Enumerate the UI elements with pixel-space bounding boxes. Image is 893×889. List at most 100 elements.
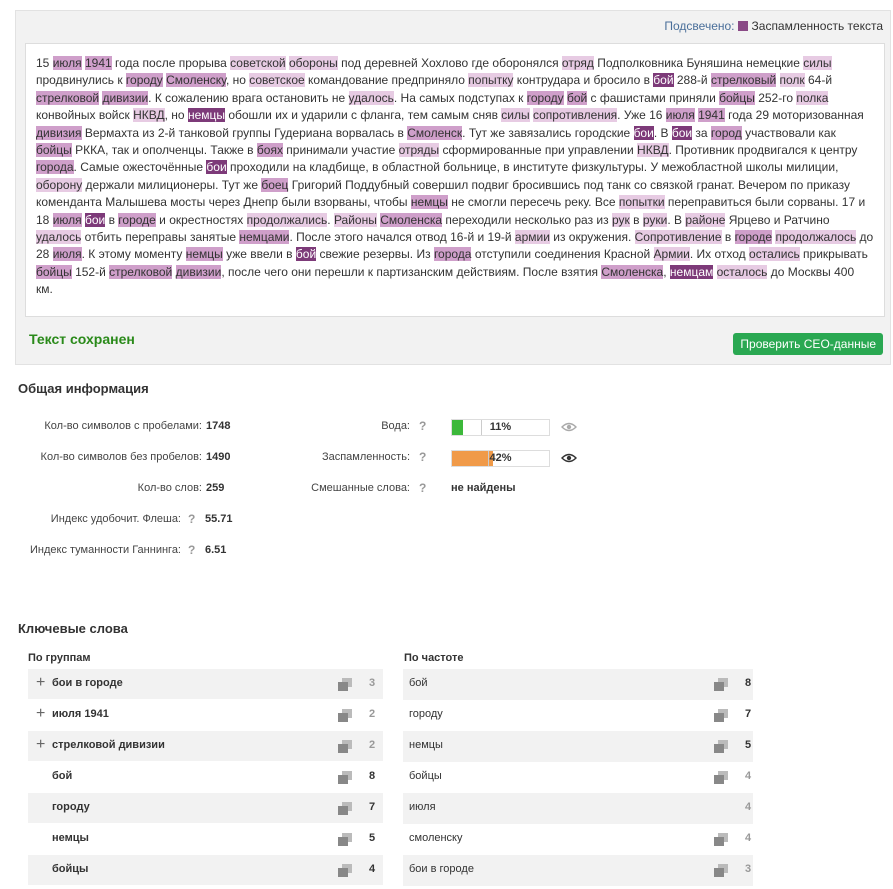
keyword-group-row[interactable]: немцы 5: [28, 824, 383, 855]
text-fragment: года 29 моторизованная: [724, 108, 864, 123]
water-percent: 11%: [489, 421, 512, 433]
highlighted-word: 1941: [84, 56, 112, 70]
keyword-frequency-count: 8: [745, 677, 752, 689]
keyword-group-row[interactable]: бой 8: [28, 762, 383, 793]
highlighted-word: июля: [52, 56, 82, 70]
copy-icon[interactable]: [338, 771, 352, 784]
copy-icon[interactable]: [714, 678, 728, 691]
keyword-group-row[interactable]: + бои в городе 3: [28, 669, 383, 700]
keyword-frequency-row[interactable]: бои в городе 3: [403, 855, 753, 886]
highlighted-word: бои: [633, 125, 654, 140]
text-fragment: 252-го: [754, 90, 797, 105]
highlighted-word: июля: [52, 247, 82, 262]
text-fragment: с фашистами приняли: [587, 90, 720, 105]
keyword-group-row[interactable]: + стрелковой дивизии 2: [28, 731, 383, 762]
copy-icon[interactable]: [714, 709, 728, 722]
analyzed-text[interactable]: 15 июля 1941 года после прорыва советско…: [25, 43, 885, 317]
highlighted-word: немцы: [187, 108, 225, 123]
highlighted-word: отряды: [398, 143, 440, 158]
keyword-group-row[interactable]: + июля 1941 2: [28, 700, 383, 731]
highlighted-word: обороны: [288, 56, 338, 70]
keyword-group-row[interactable]: городу 7: [28, 793, 383, 824]
words-value: 259: [206, 482, 225, 494]
highlighted-word: июля: [52, 212, 82, 227]
keyword-frequency-row[interactable]: немцы 5: [403, 731, 753, 762]
keyword-frequency-row[interactable]: смоленску 4: [403, 824, 753, 855]
chars-with-spaces-label: Кол-во символов с пробелами:: [44, 420, 202, 432]
text-fragment: отбить переправы занятые: [81, 230, 240, 245]
text-fragment: . К этому моменту: [81, 247, 186, 262]
eye-icon[interactable]: [561, 453, 577, 463]
highlighted-word: городу: [526, 90, 564, 105]
eye-icon[interactable]: [561, 422, 577, 432]
flesch-help-icon[interactable]: ?: [188, 512, 195, 526]
keyword-group-count: 2: [369, 708, 376, 720]
text-fragment: Ярцево и Ратчино: [725, 212, 830, 227]
keyword-frequency-row[interactable]: бой 8: [403, 669, 753, 700]
keyword-frequency-row[interactable]: бойцы 4: [403, 762, 753, 793]
highlighted-word: армии: [514, 230, 550, 245]
check-seo-button[interactable]: Проверить СЕО-данные: [733, 333, 883, 355]
copy-icon[interactable]: [714, 864, 728, 877]
highlighted-word: немцами: [239, 230, 290, 245]
expand-icon[interactable]: +: [36, 705, 45, 723]
keyword-frequency-label: бойцы: [409, 770, 442, 782]
gunning-help-icon[interactable]: ?: [188, 543, 195, 557]
copy-icon[interactable]: [714, 833, 728, 846]
text-fragment: не смогли пересечь реку. Все: [447, 195, 619, 210]
copy-icon[interactable]: [714, 771, 728, 784]
text-fragment: [776, 73, 779, 87]
mixed-help-icon[interactable]: ?: [419, 481, 426, 495]
expand-icon[interactable]: +: [36, 736, 45, 754]
keyword-frequency-count: 7: [745, 708, 752, 720]
water-bar: 11%: [451, 419, 550, 436]
copy-icon[interactable]: [338, 709, 352, 722]
keyword-frequency-row[interactable]: городу 7: [403, 700, 753, 731]
text-fragment: года после прорыва: [111, 56, 231, 70]
general-info-title: Общая информация: [18, 381, 149, 396]
text-fragment: из окружения.: [549, 230, 635, 245]
highlighted-word: городу: [125, 73, 163, 88]
copy-icon[interactable]: [338, 740, 352, 753]
highlighted-word: боях: [256, 143, 283, 158]
keyword-group-label: июля 1941: [52, 708, 109, 720]
mixed-words-label: Смешанные слова:: [311, 482, 410, 494]
keyword-group-row[interactable]: бойцы 4: [28, 855, 383, 886]
keyword-frequency-row[interactable]: июля 4: [403, 793, 753, 824]
copy-icon[interactable]: [338, 802, 352, 815]
keyword-frequency-label: бои в городе: [409, 863, 474, 875]
water-help-icon[interactable]: ?: [419, 419, 426, 433]
text-fragment: . Противник продвигался к центру: [668, 143, 858, 158]
expand-icon[interactable]: +: [36, 674, 45, 692]
spam-percent: 42%: [489, 452, 512, 464]
copy-icon[interactable]: [338, 864, 352, 877]
highlighted-word: сопротивления: [532, 108, 618, 123]
copy-icon[interactable]: [714, 740, 728, 753]
highlight-legend: Подсвечено: Заспамленность текста: [664, 19, 883, 33]
copy-icon[interactable]: [338, 678, 352, 691]
text-panel: Подсвечено: Заспамленность текста 15 июля…: [15, 10, 891, 365]
spam-help-icon[interactable]: ?: [419, 450, 426, 464]
highlighted-word: попытки: [618, 195, 665, 210]
keyword-group-count: 5: [369, 832, 376, 844]
highlighted-word: дивизии: [102, 90, 149, 105]
flesch-label: Индекс удобочит. Флеша:: [50, 513, 181, 525]
highlighted-word: дивизия: [36, 125, 82, 140]
text-fragment: . После этого начался отвод 16-й и 19-й: [289, 230, 515, 245]
legend-item[interactable]: Заспамленность текста: [752, 19, 883, 33]
highlighted-word: бойцы: [36, 143, 72, 158]
text-fragment: свежие резервы. Из: [316, 247, 434, 262]
text-fragment: . В: [653, 125, 672, 140]
text-fragment: Подполковника Буняшина немецкие: [593, 56, 804, 70]
highlighted-word: советской: [230, 56, 286, 70]
highlighted-word: осталось: [716, 264, 768, 279]
text-fragment: за: [692, 125, 711, 140]
highlighted-word: бойцы: [719, 90, 755, 105]
text-fragment: . К сожалению врага остановить не: [148, 90, 349, 105]
text-fragment: , но: [164, 108, 188, 123]
copy-icon[interactable]: [338, 833, 352, 846]
text-fragment: принимали участие: [282, 143, 399, 158]
keywords-title: Ключевые слова: [18, 621, 128, 636]
text-fragment: . Самые ожесточённые: [73, 160, 207, 175]
highlighted-word: немцы: [410, 195, 448, 210]
